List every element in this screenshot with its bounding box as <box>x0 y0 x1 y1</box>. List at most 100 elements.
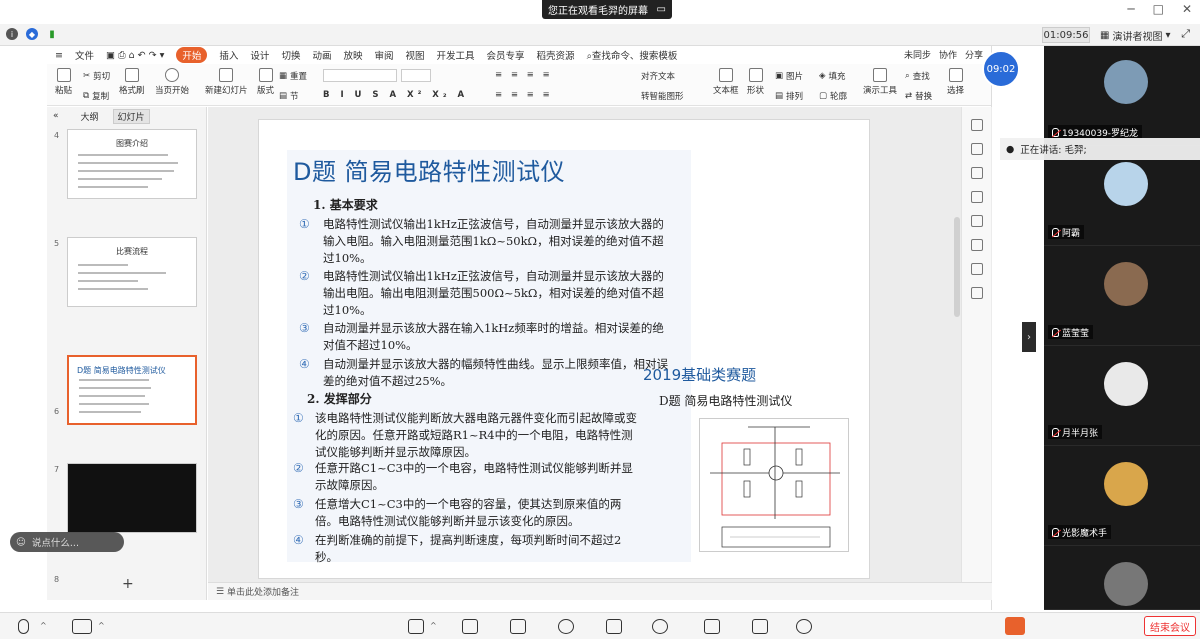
format-painter-button[interactable]: 格式刷 <box>119 68 145 96</box>
slide-thumbnail-7[interactable] <box>67 463 197 533</box>
signal-icon[interactable]: ▮ <box>46 28 58 40</box>
participant-name-text: 月半月张 <box>1062 428 1099 439</box>
members-icon[interactable] <box>558 619 574 634</box>
menu-file[interactable]: 文件 <box>75 48 94 62</box>
presenter-tools-button[interactable]: 演示工具 <box>863 68 897 96</box>
chevron-up-icon[interactable]: ^ <box>40 621 47 630</box>
help-icon[interactable] <box>971 239 983 251</box>
notes-bar[interactable]: ☰ 单击此处添加备注 <box>208 582 992 600</box>
layout-icon[interactable] <box>752 619 768 634</box>
picture-button[interactable]: ▣ 图片 <box>775 70 803 82</box>
tab-outline[interactable]: 大纲 <box>77 110 103 123</box>
backup-icon[interactable] <box>971 263 983 275</box>
paragraph-buttons[interactable]: ≡ ≡ ≡ ≡ <box>495 70 553 80</box>
cut-button[interactable]: ✂ 剪切 <box>83 70 110 82</box>
security-icon[interactable] <box>462 619 478 634</box>
participant-tile[interactable]: 阿霸 <box>1044 146 1200 246</box>
settings-sliders-icon[interactable] <box>971 143 983 155</box>
new-slide-button[interactable]: 新建幻灯片 <box>205 68 248 96</box>
menu-animation[interactable]: 动画 <box>312 48 331 62</box>
thumb-text-line <box>79 403 149 405</box>
align-buttons[interactable]: ≡ ≡ ≡ ≡ <box>495 90 553 100</box>
participant-tile[interactable]: 19340039-罗纪龙 <box>1044 46 1200 146</box>
font-style-buttons[interactable]: B I U S A X² X₂ A <box>323 90 468 100</box>
tab-slides[interactable]: 幻灯片 <box>112 108 150 124</box>
outline-button[interactable]: ▢ 轮廓 <box>819 90 847 102</box>
slide-thumbnail-4[interactable]: 图赛介绍 <box>67 129 197 199</box>
find-button[interactable]: ⌕ 查找 <box>905 70 930 82</box>
participant-tile[interactable]: 蓝莹莹 <box>1044 246 1200 346</box>
menu-home[interactable]: 开始 <box>176 47 208 63</box>
collapse-panel-icon[interactable]: « <box>53 111 59 121</box>
fullscreen-icon[interactable]: ⤢ <box>1181 27 1190 41</box>
animation-icon[interactable] <box>971 215 983 227</box>
add-slide-icon[interactable]: + <box>122 576 134 592</box>
share-button[interactable]: 分享 <box>965 48 983 61</box>
current-slide[interactable]: D题 简易电路特性测试仪 1. 基本要求 ① 电路特性测试仪输出1kHz正弦波信… <box>258 119 870 579</box>
menu-transition[interactable]: 切换 <box>281 48 300 62</box>
menu-slideshow[interactable]: 放映 <box>343 48 362 62</box>
property-icon[interactable] <box>971 119 983 131</box>
participants-icon[interactable] <box>510 619 526 634</box>
record-icon[interactable] <box>652 619 668 634</box>
paste-button[interactable]: 粘贴 <box>55 68 72 96</box>
convert-smartart-button[interactable]: 转智能图形 <box>641 90 684 102</box>
window-maximize-icon[interactable]: □ <box>1153 2 1164 16</box>
quick-access-icons[interactable]: ▣ ⎙ ⌂ ↶ ↷ ▾ <box>106 50 164 61</box>
fill-button[interactable]: ◈ 填充 <box>819 70 846 82</box>
minimize-icon[interactable]: ▭ <box>657 4 666 15</box>
microphone-icon[interactable] <box>18 619 29 634</box>
chevron-up-icon[interactable]: ^ <box>98 621 105 630</box>
window-minimize-icon[interactable]: ─ <box>1127 2 1134 16</box>
shield-icon[interactable]: ◆ <box>26 28 38 40</box>
start-current-button[interactable]: 当页开始 <box>155 68 189 96</box>
sync-status[interactable]: 未同步 <box>904 48 931 61</box>
chevron-up-icon[interactable]: ^ <box>430 621 437 630</box>
font-name-select[interactable] <box>323 69 397 82</box>
picture-tool-icon[interactable] <box>971 191 983 203</box>
slide-thumbnail-5[interactable]: 比赛流程 <box>67 237 197 307</box>
search-command[interactable]: ⌕查找命令、搜索模板 <box>587 48 678 62</box>
view-mode-dropdown[interactable]: ▦ 演讲者视图 ▾ <box>1100 27 1170 43</box>
replace-button[interactable]: ⇄ 替换 <box>905 90 932 102</box>
collaborate-button[interactable]: 协作 <box>939 48 957 61</box>
menu-developer[interactable]: 开发工具 <box>437 48 475 62</box>
slide-thumbnail-6[interactable]: D题 简易电路特性测试仪 <box>67 355 197 425</box>
participant-tile[interactable] <box>1044 546 1200 610</box>
apps-icon[interactable] <box>704 619 720 634</box>
menu-docer[interactable]: 稻壳资源 <box>537 48 575 62</box>
share-screen-icon[interactable] <box>408 619 424 634</box>
search-command-text: 查找命令、搜索模板 <box>591 51 678 62</box>
menu-insert[interactable]: 插入 <box>219 48 238 62</box>
participant-tile[interactable]: 光影魔术手 <box>1044 446 1200 546</box>
layout-button[interactable]: 版式 <box>257 68 274 96</box>
copy-button[interactable]: ⧉ 复制 <box>83 90 109 102</box>
menu-view[interactable]: 视图 <box>406 48 425 62</box>
menu-design[interactable]: 设计 <box>250 48 269 62</box>
menu-review[interactable]: 审阅 <box>374 48 393 62</box>
end-meeting-button[interactable]: 结束会议 <box>1144 616 1196 636</box>
chat-input[interactable]: ☺ 说点什么... <box>10 532 124 552</box>
emoji-icon[interactable]: ☺ <box>16 537 26 548</box>
arrange-button[interactable]: ▤ 排列 <box>775 90 803 102</box>
chat-icon[interactable] <box>606 619 622 634</box>
reset-button[interactable]: ▦ 重置 <box>279 70 307 82</box>
slide-scrollbar[interactable] <box>954 217 960 317</box>
settings-icon[interactable] <box>796 619 812 634</box>
menu-member[interactable]: 会员专享 <box>487 48 525 62</box>
align-text-button[interactable]: 对齐文本 <box>641 70 675 82</box>
text-box-button[interactable]: 文本框 <box>713 68 739 96</box>
section-button[interactable]: ▤ 节 <box>279 90 299 102</box>
hamburger-icon[interactable]: ≡ <box>55 50 63 61</box>
info-icon[interactable]: i <box>6 28 18 40</box>
participant-name-text: 光影魔术手 <box>1062 528 1108 539</box>
font-size-select[interactable] <box>401 69 431 82</box>
expand-panel-chevron-icon[interactable]: › <box>1022 322 1036 352</box>
star-icon[interactable] <box>971 167 983 179</box>
camera-off-icon[interactable] <box>72 619 92 634</box>
select-button[interactable]: 选择 <box>947 68 964 96</box>
shape-button[interactable]: 形状 <box>747 68 764 96</box>
location-icon[interactable] <box>971 287 983 299</box>
participant-tile[interactable]: 月半月张 <box>1044 346 1200 446</box>
window-close-icon[interactable]: ✕ <box>1182 2 1192 16</box>
